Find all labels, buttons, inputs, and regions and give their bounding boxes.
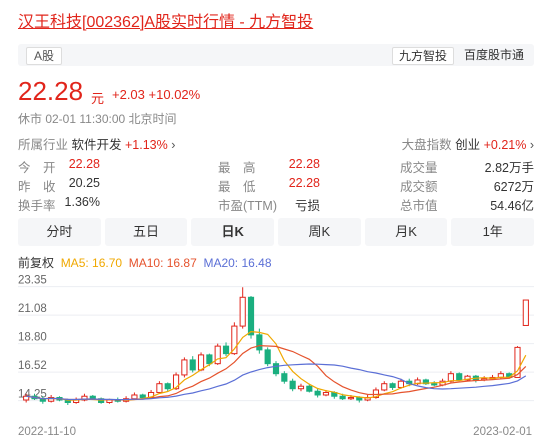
period-tab[interactable]: 周K xyxy=(278,218,361,246)
quote-value: 20.25 xyxy=(68,176,100,190)
candle xyxy=(297,385,305,390)
candle xyxy=(89,395,96,400)
candle xyxy=(397,380,404,388)
period-tab[interactable]: 日K xyxy=(191,218,275,246)
y-tick-label: 23.35 xyxy=(18,275,47,287)
y-tick-label: 16.52 xyxy=(18,360,47,372)
x-axis-label: 2022-11-10 xyxy=(18,426,76,438)
ma10-legend: MA10: 16.87 xyxy=(128,256,197,270)
ma5-legend: MA5: 16.70 xyxy=(60,256,123,270)
price-change: +2.03 +10.02% xyxy=(112,87,200,102)
quote-label: 成交量 xyxy=(400,161,438,175)
ma-legend: 前复权 MA5: 16.70 MA10: 16.87 MA20: 16.48 xyxy=(18,254,272,271)
quote-value: 22.28 xyxy=(68,157,100,171)
index-label: 大盘指数 xyxy=(401,138,452,152)
x-axis-label: 2023-02-01 xyxy=(473,426,532,438)
chevron-right-icon[interactable]: › xyxy=(530,138,534,152)
candle xyxy=(522,299,529,326)
candle xyxy=(272,363,280,375)
period-tab[interactable]: 月K xyxy=(364,218,448,246)
candle xyxy=(347,396,355,400)
change-percent: +10.02% xyxy=(148,87,201,102)
brand-tag[interactable]: 九方智投 xyxy=(391,47,454,65)
candle xyxy=(214,345,221,365)
candle xyxy=(322,391,330,396)
quote-label: 最 低 xyxy=(218,180,256,194)
candle xyxy=(281,373,288,382)
candle xyxy=(356,396,363,401)
quote-value: 2.82万手 xyxy=(484,161,534,175)
quote-value: 6272万 xyxy=(493,180,534,194)
y-tick-label: 21.08 xyxy=(18,303,47,315)
current-price: 22.28 xyxy=(18,76,84,106)
candle xyxy=(139,394,146,398)
quote-label: 换手率 xyxy=(18,199,56,213)
candle xyxy=(389,383,396,388)
candle xyxy=(431,383,438,386)
quote-label: 最 高 xyxy=(218,161,256,175)
brand-link[interactable]: 百度股市通 xyxy=(464,47,524,63)
industry-name[interactable]: 软件开发 xyxy=(72,138,122,152)
period-tab[interactable]: 分时 xyxy=(18,218,101,246)
candle xyxy=(164,383,171,390)
quote-label: 市盈(TTM) xyxy=(218,199,278,213)
index-name[interactable]: 创业 xyxy=(455,138,480,152)
adjust-label[interactable]: 前复权 xyxy=(18,256,54,270)
quote-label: 总市值 xyxy=(400,199,438,213)
kline-chart[interactable]: 23.3521.0818.8016.5214.252022-11-10 2023-… xyxy=(18,275,534,443)
candle xyxy=(381,383,388,391)
index-change: +0.21% xyxy=(483,138,527,152)
period-tabs: 分时 五日 日K 周K 月K 1年 xyxy=(18,218,535,246)
industry-label: 所属行业 xyxy=(18,138,69,152)
quote-label: 成交额 xyxy=(400,180,438,194)
candle xyxy=(314,390,321,396)
chevron-right-icon[interactable]: › xyxy=(171,138,175,152)
index-info[interactable]: 大盘指数 创业 +0.21% › xyxy=(402,134,534,153)
ma20-legend: MA20: 16.48 xyxy=(203,256,272,270)
quote-value: 22.28 xyxy=(288,176,320,190)
candle xyxy=(197,354,205,371)
candle xyxy=(456,373,463,381)
change-value: +2.03 xyxy=(112,87,145,102)
industry-info[interactable]: 所属行业 软件开发 +1.13% › xyxy=(18,134,175,153)
market-tag[interactable]: A股 xyxy=(26,47,63,65)
candle xyxy=(306,385,313,392)
candle xyxy=(264,349,271,365)
quote-value: 22.28 xyxy=(288,157,320,171)
market-status: 休市 02-01 11:30:00 北京时间 xyxy=(18,112,177,126)
period-tab[interactable]: 五日 xyxy=(104,218,188,246)
market-tab-bar: A股 九方智投 百度股市通 xyxy=(18,44,534,66)
quote-value: 亏损 xyxy=(294,199,320,213)
candle xyxy=(289,380,296,390)
candle xyxy=(339,395,346,400)
quote-value: 1.36% xyxy=(64,195,100,209)
candle xyxy=(247,296,255,336)
industry-change: +1.13% xyxy=(125,138,168,152)
candle xyxy=(256,334,263,351)
candle xyxy=(156,383,163,393)
candle xyxy=(239,296,246,327)
quote-label: 今 开 xyxy=(18,161,56,175)
quote-label: 昨 收 xyxy=(18,180,56,194)
period-tab[interactable]: 1年 xyxy=(451,218,535,246)
candle xyxy=(181,359,188,376)
page-title[interactable]: 汉王科技[002362]A股实时行情 - 九方智投 xyxy=(18,8,313,32)
candle xyxy=(131,394,138,400)
candle xyxy=(447,373,454,382)
candle xyxy=(189,359,196,371)
quote-value: 54.46亿 xyxy=(490,199,534,213)
candle xyxy=(206,354,213,365)
y-tick-label: 18.80 xyxy=(18,332,47,344)
price-unit: 元 xyxy=(91,91,105,106)
candle xyxy=(222,345,230,355)
